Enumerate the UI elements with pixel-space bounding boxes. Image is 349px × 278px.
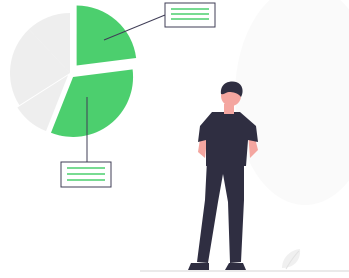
left-shoe bbox=[188, 263, 209, 270]
pie-chart-illustration bbox=[10, 0, 349, 272]
background-blob bbox=[235, 0, 349, 205]
illustration-canvas bbox=[0, 0, 349, 278]
plant-leaf-icon bbox=[282, 249, 301, 270]
pie-slice-1 bbox=[76, 5, 137, 66]
callout-bottom bbox=[60, 161, 112, 188]
callout-top bbox=[164, 2, 216, 28]
person-legs bbox=[197, 160, 244, 263]
pie-chart bbox=[10, 5, 137, 137]
right-shoe bbox=[225, 263, 246, 270]
